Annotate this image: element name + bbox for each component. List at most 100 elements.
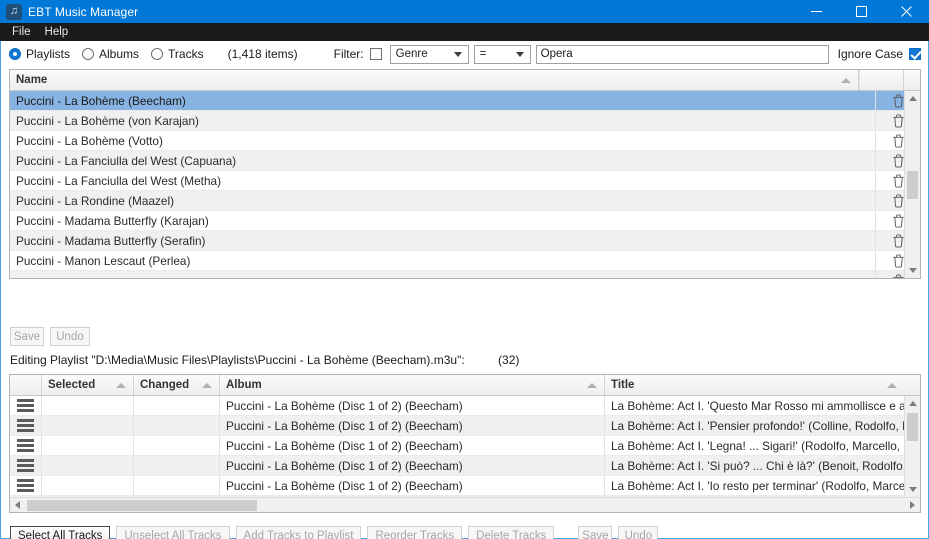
track-title: La Bohème: Act I. 'Si può? ... Chi è là?… — [611, 458, 920, 473]
scroll-left-button[interactable] — [10, 498, 25, 512]
playlist-name: Puccini - Madama Butterfly (Karajan) — [16, 213, 209, 228]
scroll-right-button[interactable] — [905, 498, 920, 512]
drag-handle-icon — [17, 399, 34, 412]
column-header-title[interactable]: Title — [605, 375, 904, 395]
chevron-right-icon — [910, 501, 915, 509]
table-row[interactable]: Puccini - La Rondine (Maazel) — [10, 191, 920, 211]
table-row[interactable]: Puccini - La Bohème (von Karajan) — [10, 111, 920, 131]
radio-playlists[interactable]: Playlists — [9, 47, 70, 61]
track-album: Puccini - La Bohème (Disc 1 of 2) (Beech… — [220, 476, 605, 495]
column-header-delete[interactable] — [859, 70, 904, 90]
filter-label: Filter: — [333, 47, 364, 61]
radio-albums[interactable]: Albums — [82, 47, 139, 61]
unselect-all-tracks-button[interactable]: Unselect All Tracks — [116, 526, 230, 539]
close-button[interactable] — [884, 0, 929, 23]
playlist-name: Puccini - La Fanciulla del West (Capuana… — [16, 153, 237, 168]
column-header-album[interactable]: Album — [220, 375, 605, 395]
ignore-case-label: Ignore Case — [837, 47, 903, 61]
scroll-down-button[interactable] — [905, 482, 920, 497]
minimize-button[interactable] — [794, 0, 839, 23]
scroll-up-button[interactable] — [905, 91, 920, 106]
table-row[interactable]: Puccini - La Bohème (Votto) — [10, 131, 920, 151]
playlists-table-body[interactable]: Puccini - La Bohème (Beecham) Puccini - … — [10, 91, 920, 278]
trash-icon — [892, 214, 904, 228]
drag-handle[interactable] — [10, 476, 42, 495]
save-playlist-button[interactable]: Save — [10, 327, 44, 346]
reorder-tracks-button[interactable]: Reorder Tracks — [367, 526, 463, 539]
table-row[interactable]: Puccini - La Bohème (Disc 1 of 2) (Beech… — [10, 476, 920, 496]
table-row[interactable]: Puccini - La Bohème (Disc 1 of 2) (Beech… — [10, 456, 920, 476]
drag-handle[interactable] — [10, 416, 42, 435]
application-window: ♫ EBT Music Manager File Help Playlists … — [0, 0, 929, 539]
scrollbar-thumb[interactable] — [907, 413, 918, 441]
undo-playlist-button[interactable]: Undo — [50, 327, 90, 346]
menu-item-help[interactable]: Help — [38, 25, 76, 39]
drag-handle-icon — [17, 479, 34, 492]
sort-ascending-icon — [841, 78, 851, 83]
sort-ascending-icon — [587, 383, 597, 388]
chevron-up-icon — [908, 96, 917, 101]
tracks-vertical-scrollbar[interactable] — [904, 396, 920, 497]
table-row[interactable] — [10, 271, 920, 278]
filter-value-input[interactable]: Opera — [535, 44, 829, 64]
scroll-up-button[interactable] — [905, 396, 920, 411]
filter-field-select[interactable]: Genre — [389, 44, 469, 64]
column-header-scroll-pad — [904, 375, 920, 395]
drag-handle-icon — [17, 459, 34, 472]
view-mode-radio-group: Playlists Albums Tracks — [9, 47, 216, 61]
drag-handle[interactable] — [10, 396, 42, 415]
column-header-changed[interactable]: Changed — [134, 375, 220, 395]
drag-handle[interactable] — [10, 456, 42, 475]
playlist-name: Puccini - Manon Lescaut (Perlea) — [16, 253, 191, 268]
scroll-down-button[interactable] — [905, 263, 920, 278]
filter-operator-select[interactable]: = — [473, 44, 531, 64]
column-header-changed-label: Changed — [140, 379, 190, 391]
tracks-table: Selected Changed Album Title Puccini - L… — [9, 374, 921, 513]
table-row[interactable]: Puccini - La Bohème (Disc 1 of 2) (Beech… — [10, 436, 920, 456]
track-changed — [134, 396, 220, 415]
table-row[interactable]: Puccini - La Fanciulla del West (Capuana… — [10, 151, 920, 171]
radio-tracks[interactable]: Tracks — [151, 47, 204, 61]
delete-tracks-button[interactable]: Delete Tracks — [468, 526, 555, 539]
trash-icon — [892, 154, 904, 168]
track-title: La Bohème: Act I. 'Pensier profondo!' (C… — [611, 418, 920, 433]
table-row[interactable]: Puccini - La Bohème (Beecham) — [10, 91, 920, 111]
maximize-button[interactable] — [839, 0, 884, 23]
drag-handle-icon — [17, 439, 34, 452]
menu-item-file[interactable]: File — [5, 25, 38, 39]
track-title: La Bohème: Act I. 'Io resto per terminar… — [611, 478, 920, 493]
tracks-table-body[interactable]: Puccini - La Bohème (Disc 1 of 2) (Beech… — [10, 396, 920, 497]
chevron-down-icon — [908, 487, 917, 492]
add-tracks-to-playlist-button[interactable]: Add Tracks to Playlist — [235, 526, 362, 539]
radio-tracks-label: Tracks — [168, 47, 204, 61]
column-header-drag — [10, 375, 42, 395]
drag-handle[interactable] — [10, 436, 42, 455]
table-row[interactable]: Puccini - Madama Butterfly (Serafin) — [10, 231, 920, 251]
column-header-selected[interactable]: Selected — [42, 375, 134, 395]
playlists-vertical-scrollbar[interactable] — [904, 91, 920, 278]
table-row[interactable]: Puccini - Madama Butterfly (Karajan) — [10, 211, 920, 231]
ignore-case-control[interactable]: Ignore Case — [838, 47, 921, 61]
editing-track-count: (32) — [498, 353, 520, 367]
table-row[interactable]: Puccini - La Fanciulla del West (Metha) — [10, 171, 920, 191]
column-header-selected-label: Selected — [48, 379, 96, 391]
track-album: Puccini - La Bohème (Disc 1 of 2) (Beech… — [220, 396, 605, 415]
track-album: Puccini - La Bohème (Disc 1 of 2) (Beech… — [220, 436, 605, 455]
ignore-case-checkbox[interactable] — [909, 48, 921, 60]
column-header-name[interactable]: Name — [10, 70, 859, 90]
track-changed — [134, 436, 220, 455]
select-all-tracks-button[interactable]: Select All Tracks — [10, 526, 111, 539]
scrollbar-thumb[interactable] — [907, 171, 918, 199]
scrollbar-thumb[interactable] — [27, 500, 257, 511]
tracks-horizontal-scrollbar[interactable] — [10, 497, 920, 512]
save-tracks-button[interactable]: Save — [578, 526, 613, 539]
table-row[interactable]: Puccini - La Bohème (Disc 1 of 2) (Beech… — [10, 396, 920, 416]
filter-enable-checkbox[interactable] — [369, 48, 382, 60]
table-row[interactable]: Puccini - Manon Lescaut (Perlea) — [10, 251, 920, 271]
column-header-title-label: Title — [611, 379, 635, 391]
undo-tracks-button[interactable]: Undo — [618, 526, 659, 539]
table-row[interactable]: Puccini - La Bohème (Disc 1 of 2) (Beech… — [10, 416, 920, 436]
filter-field-value: Genre — [395, 48, 428, 60]
trash-icon — [892, 134, 904, 148]
items-count-label: (1,418 items) — [227, 47, 298, 61]
